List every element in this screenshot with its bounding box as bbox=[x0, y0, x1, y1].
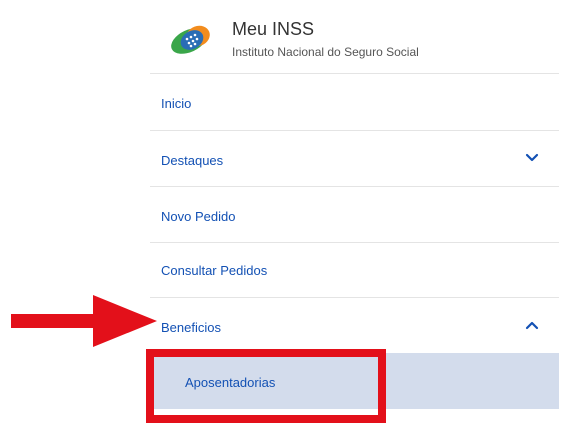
menu-item-label: Beneficios bbox=[161, 320, 221, 335]
app-title: Meu INSS bbox=[232, 19, 315, 39]
app-header: Meu INSS Instituto Nacional do Seguro So… bbox=[150, 0, 559, 74]
menu-item-label: Destaques bbox=[161, 153, 224, 168]
sidebar-menu: Meu INSS Instituto Nacional do Seguro So… bbox=[150, 0, 559, 426]
app-subtitle: Instituto Nacional do Seguro Social bbox=[232, 45, 419, 59]
submenu-item-aposentadorias[interactable]: Aposentadorias bbox=[150, 353, 559, 409]
menu-item-beneficios[interactable]: Beneficios bbox=[150, 298, 559, 353]
menu-item-label: Inicio bbox=[161, 96, 192, 111]
submenu-item-label: Aposentadorias bbox=[185, 375, 276, 390]
red-arrow-icon bbox=[11, 295, 157, 347]
chevron-down-icon[interactable] bbox=[525, 153, 539, 163]
menu-item-novo-pedido[interactable]: Novo Pedido bbox=[150, 187, 559, 243]
inss-logo-icon bbox=[171, 25, 210, 54]
menu-item-label: Novo Pedido bbox=[161, 209, 236, 224]
menu-item-label: Consultar Pedidos bbox=[161, 263, 268, 278]
menu-item-consultar-pedidos[interactable]: Consultar Pedidos bbox=[150, 243, 559, 298]
menu-item-inicio[interactable]: Inicio bbox=[150, 74, 559, 131]
chevron-up-icon[interactable] bbox=[525, 320, 539, 330]
menu-item-destaques[interactable]: Destaques bbox=[150, 131, 559, 187]
